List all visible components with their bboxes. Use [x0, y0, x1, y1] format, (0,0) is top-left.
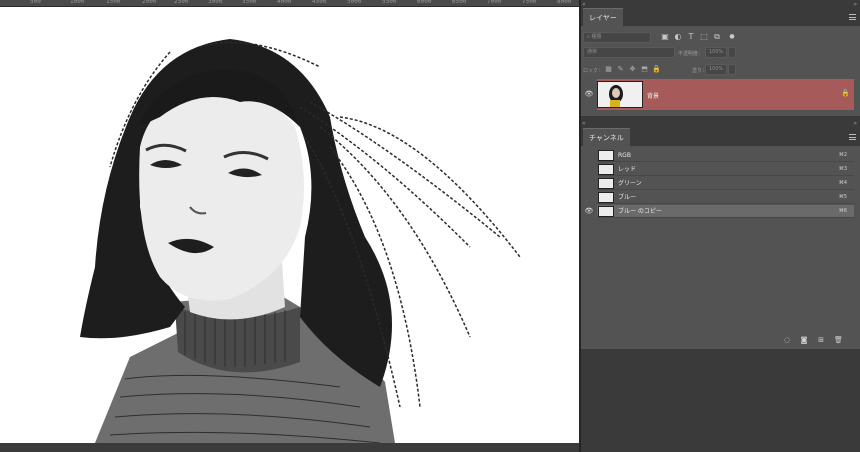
visibility-eye-icon[interactable]: 👁: [584, 91, 594, 98]
filter-smartobject-icon[interactable]: ⧉: [712, 32, 722, 42]
thumbnail-image: [598, 82, 642, 107]
filter-type-icon[interactable]: T: [686, 32, 696, 42]
channel-thumbnail: [598, 206, 614, 217]
lock-paint-icon[interactable]: ✎: [616, 65, 625, 74]
lock-all-icon[interactable]: 🔒: [652, 65, 661, 74]
lock-transparent-icon[interactable]: ▦: [604, 65, 613, 74]
lock-icon: 🔒: [841, 89, 850, 97]
ruler-tick: 3500: [242, 0, 257, 5]
layer-filter-select[interactable]: ⌕ 種類: [583, 32, 651, 43]
collapse-icon[interactable]: »: [853, 120, 857, 127]
save-selection-icon[interactable]: ◙: [800, 336, 808, 344]
lock-position-icon[interactable]: ✥: [628, 65, 637, 74]
channel-shortcut: ⌘2: [838, 152, 847, 158]
lock-label: ロック：: [583, 68, 604, 74]
channel-name: レッド: [618, 166, 637, 173]
blend-mode-select[interactable]: 通常: [583, 47, 675, 58]
tab-layers[interactable]: レイヤー: [583, 8, 623, 26]
fill-value: 100%: [709, 66, 724, 72]
lock-artboard-icon[interactable]: ⬒: [640, 65, 649, 74]
ruler-tick: 2500: [174, 0, 189, 5]
collapse-icon[interactable]: «: [582, 120, 586, 127]
ruler-tick: 3000: [208, 0, 223, 5]
load-selection-icon[interactable]: ◌: [783, 336, 791, 344]
channel-shortcut: ⌘6: [838, 208, 847, 214]
channel-row-rgb[interactable]: RGB ⌘2: [597, 149, 854, 162]
fill-input[interactable]: 100%: [705, 64, 727, 75]
channel-thumbnail: [598, 164, 614, 175]
document-canvas[interactable]: [0, 7, 579, 443]
channel-name: グリーン: [618, 180, 642, 187]
horizontal-ruler: 500 1000 1500 2000 2500 3000 3500 4000 4…: [0, 0, 579, 7]
ruler-tick: 7500: [522, 0, 537, 5]
opacity-dropdown[interactable]: [728, 47, 736, 58]
ruler-tick: 1500: [106, 0, 121, 5]
channel-name: ブルー のコピー: [618, 208, 662, 215]
visibility-eye-icon[interactable]: 👁: [584, 208, 594, 215]
channel-shortcut: ⌘4: [838, 180, 847, 186]
new-channel-icon[interactable]: ⊞: [817, 336, 825, 344]
channel-shortcut: ⌘3: [838, 166, 847, 172]
ruler-tick: 8000: [557, 0, 572, 5]
ruler-tick: 5500: [382, 0, 397, 5]
panel-menu-icon[interactable]: [849, 14, 856, 20]
filter-adjustment-icon[interactable]: ◐: [673, 32, 683, 42]
channel-shortcut: ⌘5: [838, 194, 847, 200]
channel-thumbnail: [598, 178, 614, 189]
ruler-tick: 1000: [70, 0, 85, 5]
ruler-tick: 4000: [277, 0, 292, 5]
filter-pixel-icon[interactable]: ▣: [660, 32, 670, 42]
layer-filter-label: 種類: [591, 34, 602, 40]
channel-row-blue[interactable]: ブルー ⌘5: [597, 191, 854, 204]
collapse-icon[interactable]: «: [582, 1, 586, 8]
right-panel-dock: « » レイヤー ⌕ 種類 ▣ ◐ T ⬚ ⧉ ● 通常 不透明度： 100% …: [581, 0, 860, 452]
trash-icon[interactable]: 🗑: [834, 336, 843, 344]
ruler-tick: 6500: [452, 0, 467, 5]
layer-name[interactable]: 背景: [647, 91, 659, 100]
portrait-artwork: [80, 39, 521, 443]
ruler-tick: 5000: [347, 0, 362, 5]
filter-toggle-icon[interactable]: ●: [727, 32, 737, 42]
ruler-tick: 4500: [312, 0, 327, 5]
ruler-tick: 6000: [417, 0, 432, 5]
opacity-input[interactable]: 100%: [705, 47, 727, 58]
ruler-tick: 500: [30, 0, 41, 5]
filter-shape-icon[interactable]: ⬚: [699, 32, 709, 42]
layers-tab-row: レイヤー: [581, 8, 860, 26]
opacity-label: 不透明度：: [678, 51, 704, 57]
search-icon: ⌕: [587, 34, 590, 40]
ruler-tick: 7000: [487, 0, 502, 5]
channel-thumbnail: [598, 150, 614, 161]
layer-row-background[interactable]: 👁 背景 🔒: [585, 79, 854, 110]
channel-row-red[interactable]: レッド ⌘3: [597, 163, 854, 176]
channel-row-blue-copy[interactable]: 👁 ブルー のコピー ⌘6: [585, 205, 854, 218]
channels-tab-row: チャンネル: [581, 128, 860, 146]
channel-name: RGB: [618, 152, 631, 159]
ruler-tick: 2000: [142, 0, 157, 5]
channel-name: ブルー: [618, 194, 637, 201]
opacity-value: 100%: [709, 49, 724, 55]
blend-mode-value: 通常: [587, 49, 598, 55]
panel-menu-icon[interactable]: [849, 134, 856, 140]
canvas-status-bar: [0, 443, 579, 452]
layer-thumbnail: [597, 81, 643, 108]
collapse-icon[interactable]: »: [853, 1, 857, 8]
channel-row-green[interactable]: グリーン ⌘4: [597, 177, 854, 190]
tab-channels[interactable]: チャンネル: [583, 128, 630, 146]
fill-dropdown[interactable]: [728, 64, 736, 75]
channel-thumbnail: [598, 192, 614, 203]
